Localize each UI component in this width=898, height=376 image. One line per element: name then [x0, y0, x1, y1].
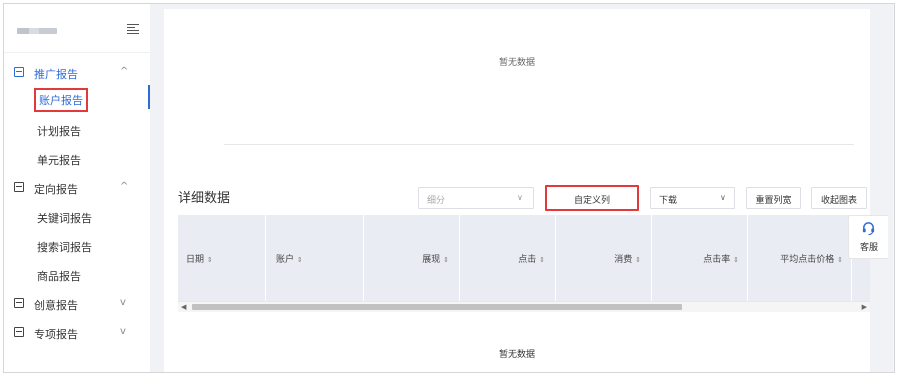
- scroll-left-icon[interactable]: ◀: [181, 303, 186, 311]
- menu-collapse-icon[interactable]: [127, 22, 139, 36]
- download-label: 下载: [659, 196, 678, 206]
- collapse-chart-button[interactable]: 收起图表: [811, 187, 867, 209]
- sidebar-item-label: 商品报告: [37, 270, 81, 283]
- sidebar-item-label: 计划报告: [37, 125, 81, 138]
- sort-icon[interactable]: ⇕: [297, 256, 303, 264]
- column-label: 账户: [276, 255, 295, 265]
- column-ctr[interactable]: 点击率 ⇕: [652, 215, 748, 301]
- content-panel: 暂无数据 详细数据 细分 ∨ 自定义列 下载 ∨ 重置列宽 收起图表 日期 ⇕ …: [164, 9, 870, 372]
- column-cost[interactable]: 消费 ⇕: [556, 215, 652, 301]
- main-area: 暂无数据 详细数据 细分 ∨ 自定义列 下载 ∨ 重置列宽 收起图表 日期 ⇕ …: [150, 4, 894, 372]
- chart-divider: [224, 144, 854, 145]
- reset-column-width-label: 重置列宽: [755, 196, 792, 206]
- custom-columns-button[interactable]: 自定义列: [545, 185, 639, 211]
- sidebar-item-label: 账户报告: [34, 88, 88, 112]
- horizontal-scrollbar[interactable]: ◀ ▶: [178, 301, 870, 312]
- segment-placeholder: 细分: [427, 196, 446, 206]
- sort-icon[interactable]: ⇕: [539, 256, 545, 264]
- report-icon: [14, 67, 24, 77]
- table-empty-text: 暂无数据: [498, 350, 535, 360]
- scrollbar-thumb[interactable]: [192, 304, 682, 310]
- headset-icon: [862, 222, 875, 236]
- customer-service-label: 客服: [859, 243, 878, 253]
- sidebar-group-creative[interactable]: 创意报告 v: [4, 292, 150, 316]
- scroll-right-icon[interactable]: ▶: [862, 303, 867, 311]
- column-label: 点击率: [703, 255, 731, 265]
- sidebar-divider: [4, 52, 150, 53]
- column-account[interactable]: 账户 ⇕: [266, 215, 364, 301]
- chevron-down-icon: v: [120, 297, 126, 308]
- customer-service-button[interactable]: 客服: [848, 215, 888, 259]
- sidebar-group-label: 创意报告: [34, 299, 78, 312]
- sidebar-item-search-term-report[interactable]: 搜索词报告: [4, 234, 150, 258]
- sort-icon[interactable]: ⇕: [635, 256, 641, 264]
- sidebar-item-account-report[interactable]: 账户报告: [4, 85, 150, 112]
- sidebar-group-special[interactable]: 专项报告 v: [4, 321, 150, 345]
- detail-title: 详细数据: [178, 191, 231, 206]
- chevron-down-icon: ∨: [720, 193, 726, 202]
- sidebar-group-targeting[interactable]: 定向报告 ^: [4, 176, 150, 200]
- column-label: 平均点击价格: [780, 255, 835, 265]
- sidebar-item-plan-report[interactable]: 计划报告: [4, 118, 150, 142]
- custom-columns-label: 自定义列: [573, 196, 610, 206]
- download-select[interactable]: 下载 ∨: [650, 187, 735, 209]
- sidebar-group-label: 推广报告: [34, 68, 78, 81]
- reset-column-width-button[interactable]: 重置列宽: [746, 187, 801, 209]
- sidebar-item-unit-report[interactable]: 单元报告: [4, 147, 150, 171]
- column-label: 展现: [422, 255, 441, 265]
- report-icon: [14, 327, 24, 337]
- sort-icon[interactable]: ⇕: [733, 256, 739, 264]
- sidebar-item-label: 关键词报告: [37, 212, 92, 225]
- sort-icon[interactable]: ⇕: [837, 256, 843, 264]
- app-frame: 推广报告 ^ 账户报告 计划报告 单元报告 定向报告 ^ 关键词报告 搜索词报告…: [3, 3, 895, 373]
- column-label: 消费: [614, 255, 633, 265]
- logo: [17, 28, 57, 34]
- sidebar: 推广报告 ^ 账户报告 计划报告 单元报告 定向报告 ^ 关键词报告 搜索词报告…: [4, 4, 150, 372]
- chevron-down-icon: v: [120, 326, 126, 337]
- chevron-down-icon: ∨: [517, 193, 523, 202]
- sidebar-item-label: 搜索词报告: [37, 241, 92, 254]
- chart-empty-text: 暂无数据: [498, 58, 535, 68]
- sidebar-group-label: 专项报告: [34, 328, 78, 341]
- chevron-up-icon: ^: [120, 181, 129, 192]
- page-edge: [893, 4, 894, 372]
- sidebar-group-promotion[interactable]: 推广报告 ^: [4, 61, 150, 85]
- report-icon: [14, 182, 24, 192]
- segment-select[interactable]: 细分 ∨: [418, 187, 534, 209]
- report-icon: [14, 298, 24, 308]
- column-label: 点击: [518, 255, 537, 265]
- column-date[interactable]: 日期 ⇕: [178, 215, 266, 301]
- column-clicks[interactable]: 点击 ⇕: [460, 215, 556, 301]
- collapse-chart-label: 收起图表: [820, 196, 857, 206]
- sidebar-item-keyword-report[interactable]: 关键词报告: [4, 205, 150, 229]
- column-label: 日期: [186, 255, 205, 265]
- sidebar-item-label: 单元报告: [37, 154, 81, 167]
- sidebar-item-product-report[interactable]: 商品报告: [4, 263, 150, 287]
- table-header: 日期 ⇕ 账户 ⇕ 展现 ⇕ 点击 ⇕ 消费 ⇕ 点击率 ⇕ 平均点击价格 ⇕: [178, 215, 870, 301]
- column-impressions[interactable]: 展现 ⇕: [364, 215, 460, 301]
- sidebar-group-label: 定向报告: [34, 183, 78, 196]
- sort-icon[interactable]: ⇕: [443, 256, 449, 264]
- sort-icon[interactable]: ⇕: [207, 256, 213, 264]
- chevron-up-icon: ^: [120, 66, 129, 77]
- column-avg-cpc[interactable]: 平均点击价格 ⇕: [748, 215, 852, 301]
